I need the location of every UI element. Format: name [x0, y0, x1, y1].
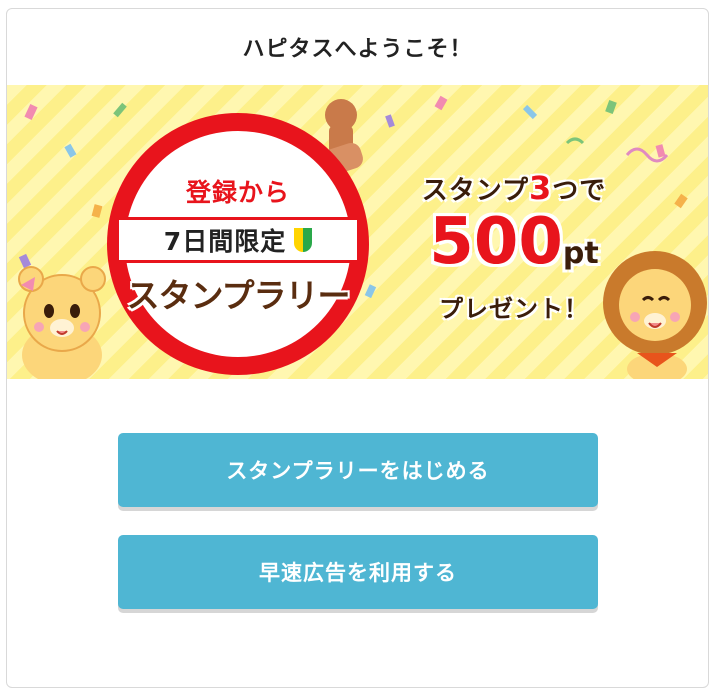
modal-title: ハピタスへようこそ！	[242, 37, 473, 62]
use-ads-button[interactable]: 早速広告を利用する	[118, 535, 598, 609]
stamp-band-text: 7日間限定	[163, 227, 287, 256]
stamp-band: 7日間限定	[119, 217, 357, 263]
stamp-rally-banner[interactable]: 登録から 7日間限定 スタンプラリー スタンプ3つで 500pt プレゼント！	[7, 85, 708, 379]
promo-line1: スタンプ3つで	[421, 169, 607, 207]
beginner-mark-icon	[294, 228, 313, 252]
promo-line3: プレゼント！	[439, 295, 589, 323]
stamp-badge: 登録から 7日間限定 スタンプラリー	[107, 113, 369, 375]
rally-title: スタンプラリー	[126, 276, 350, 315]
promo-amount: 500pt	[429, 205, 599, 279]
stamp-badge-inner: 登録から 7日間限定 スタンプラリー	[119, 131, 357, 357]
stamp-top-text: 登録から	[185, 178, 290, 207]
welcome-modal: ハピタスへようこそ！ 登録から 7日間限定 スタンプラリー スタンプ3つで 50…	[6, 8, 709, 688]
promo-text-block: スタンプ3つで 500pt プレゼント！	[399, 169, 629, 324]
start-stamp-rally-button[interactable]: スタンプラリーをはじめる	[118, 433, 598, 507]
bear-character-icon	[18, 266, 106, 379]
